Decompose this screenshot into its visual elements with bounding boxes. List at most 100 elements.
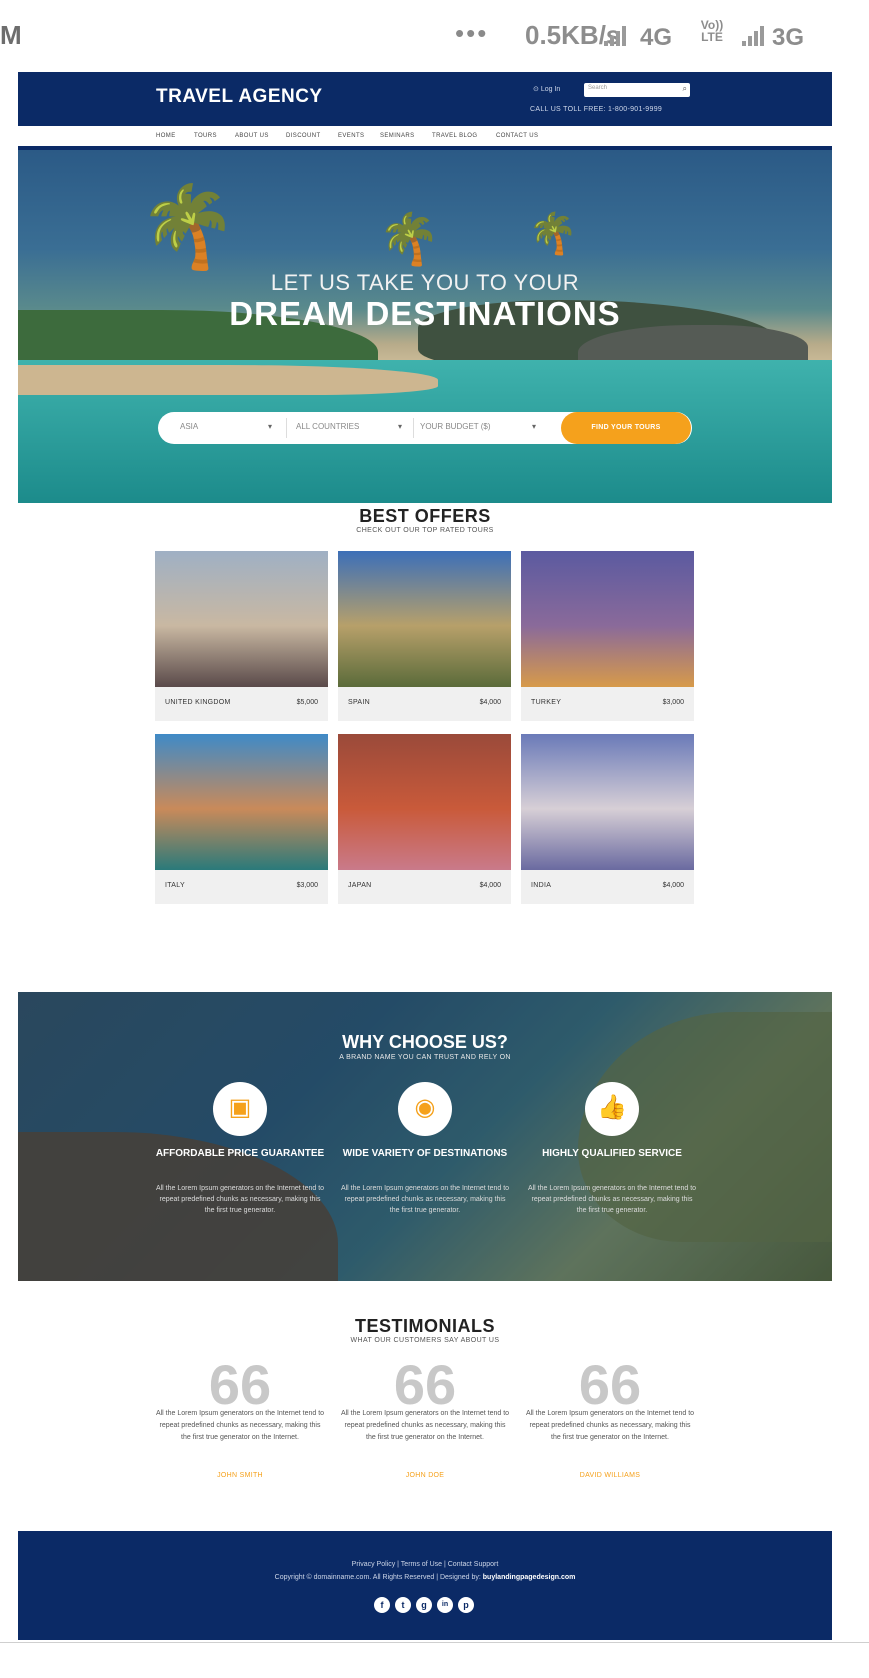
- offer-price: $3,000: [662, 699, 684, 706]
- why-title: WHY CHOOSE US?: [342, 1032, 508, 1052]
- offer-image: [155, 551, 328, 687]
- testimonial-text: All the Lorem Ipsum generators on the In…: [155, 1410, 325, 1441]
- country-select[interactable]: ALL COUNTRIES ▾: [296, 422, 406, 431]
- hero-beach: [18, 365, 438, 395]
- signal-bars-icon: [738, 24, 766, 46]
- feature-description: All the Lorem Ipsum generators on the In…: [340, 1185, 510, 1214]
- offer-image: [338, 551, 511, 687]
- webpage-screenshot: TRAVEL AGENCY ⊙ Log In Search ⌕ CALL US …: [18, 72, 832, 1640]
- offer-image: [338, 734, 511, 870]
- feature-title: WIDE VARIETY OF DESTINATIONS: [342, 1148, 508, 1159]
- palm-tree-icon: 🌴: [378, 211, 441, 267]
- offer-price: $4,000: [479, 699, 501, 706]
- search-icon[interactable]: ⌕: [683, 84, 687, 94]
- login-link[interactable]: ⊙ Log In: [533, 85, 560, 93]
- globe-icon: ◉: [414, 1094, 436, 1121]
- budget-select[interactable]: YOUR BUDGET ($) ▾: [420, 422, 540, 431]
- region-select[interactable]: ASIA ▾: [180, 422, 280, 431]
- offer-price: $4,000: [479, 882, 501, 889]
- offer-image: [521, 734, 694, 870]
- footer-copyright: Copyright © domainname.com. All Rights R…: [274, 1574, 576, 1581]
- volte-icon: Vo)) LTE: [700, 18, 724, 44]
- divider: [413, 418, 414, 438]
- brand-logo[interactable]: TRAVEL AGENCY: [156, 86, 323, 108]
- call-us-text: CALL US TOLL FREE: 1-800-901-9999: [530, 106, 663, 113]
- offer-card-italy[interactable]: ITALY $3,000: [155, 734, 328, 904]
- offers-title: BEST OFFERS: [359, 506, 491, 526]
- thumbs-up-icon: 👍: [597, 1094, 627, 1121]
- main-nav: HOME TOURS ABOUT US DISCOUNT EVENTS SEMI…: [18, 128, 832, 150]
- chevron-down-icon: ▾: [268, 422, 273, 431]
- nav-item-travel-blog[interactable]: TRAVEL BLOG: [432, 133, 477, 139]
- nav-item-home[interactable]: HOME: [156, 133, 176, 139]
- search-input[interactable]: Search ⌕: [584, 83, 690, 97]
- chevron-down-icon: ▾: [532, 422, 537, 431]
- chevron-down-icon: ▾: [398, 422, 403, 431]
- offer-destination: TURKEY: [531, 699, 562, 706]
- testimonials-subtitle: WHAT OUR CUSTOMERS SAY ABOUT US: [350, 1337, 500, 1344]
- offer-destination: UNITED KINGDOM: [165, 699, 231, 706]
- linkedin-icon[interactable]: in: [437, 1597, 453, 1613]
- offer-card-spain[interactable]: SPAIN $4,000: [338, 551, 511, 721]
- search-placeholder: Search: [588, 85, 608, 91]
- palm-tree-icon: 🌴: [528, 212, 578, 256]
- wallet-icon: ▣: [228, 1094, 252, 1121]
- offer-destination: ITALY: [165, 882, 185, 889]
- quote-icon: 66: [393, 1353, 457, 1416]
- status-clock: M: [0, 20, 22, 50]
- footer-links[interactable]: Privacy Policy | Terms of Use | Contact …: [18, 1561, 832, 1568]
- offer-destination: JAPAN: [348, 882, 372, 889]
- nav-item-discount[interactable]: DISCOUNT: [286, 133, 321, 139]
- footer: Privacy Policy | Terms of Use | Contact …: [18, 1531, 832, 1640]
- offer-card-india[interactable]: INDIA $4,000: [521, 734, 694, 904]
- feature-description: All the Lorem Ipsum generators on the In…: [155, 1185, 325, 1214]
- network-4g: 4G: [640, 24, 673, 51]
- divider: [0, 1642, 869, 1643]
- network-3g: 3G: [772, 24, 805, 51]
- status-bar: M ••• 0.5KB/s 4G Vo)) LTE 3G: [0, 0, 869, 62]
- testimonial-author: DAVID WILLIAMS: [579, 1472, 641, 1479]
- top-header: TRAVEL AGENCY ⊙ Log In Search ⌕ CALL US …: [18, 72, 832, 126]
- feature-description: All the Lorem Ipsum generators on the In…: [527, 1185, 697, 1214]
- offer-destination: INDIA: [531, 882, 552, 889]
- offer-card-japan[interactable]: JAPAN $4,000: [338, 734, 511, 904]
- testimonial-text: All the Lorem Ipsum generators on the In…: [525, 1410, 695, 1441]
- offer-destination: SPAIN: [348, 699, 370, 706]
- nav-item-events[interactable]: EVENTS: [338, 133, 364, 139]
- testimonial-author: JOHN SMITH: [217, 1472, 263, 1479]
- testimonial-text: All the Lorem Ipsum generators on the In…: [340, 1410, 510, 1441]
- testimonials-title: TESTIMONIALS: [355, 1316, 495, 1336]
- why-subtitle: A BRAND NAME YOU CAN TRUST AND RELY ON: [339, 1054, 511, 1061]
- twitter-icon[interactable]: t: [395, 1597, 411, 1613]
- hero-banner: 🌴 🌴 🌴 LET US TAKE YOU TO YOUR DREAM DEST…: [18, 150, 832, 503]
- offer-price: $3,000: [296, 882, 318, 889]
- offers-subtitle: CHECK OUT OUR TOP RATED TOURS: [356, 527, 494, 534]
- testimonial-author: JOHN DOE: [405, 1472, 445, 1479]
- offer-price: $4,000: [662, 882, 684, 889]
- quote-icon: 66: [578, 1353, 642, 1416]
- nav-item-contact[interactable]: CONTACT US: [496, 133, 538, 139]
- designer-link[interactable]: buylandingpagedesign.com: [483, 1574, 576, 1581]
- google-plus-icon[interactable]: g: [416, 1597, 432, 1613]
- why-choose-section: WHY CHOOSE US? A BRAND NAME YOU CAN TRUS…: [18, 992, 832, 1281]
- notification-dots: •••: [455, 18, 489, 48]
- feature-title: AFFORDABLE PRICE GUARANTEE: [155, 1148, 325, 1159]
- offer-image: [155, 734, 328, 870]
- offer-card-turkey[interactable]: TURKEY $3,000: [521, 551, 694, 721]
- hero-tagline: LET US TAKE YOU TO YOUR: [270, 270, 580, 295]
- quote-icon: 66: [208, 1353, 272, 1416]
- divider: [286, 418, 287, 438]
- signal-bars-icon: [600, 24, 628, 46]
- find-tours-button[interactable]: FIND YOUR TOURS: [561, 412, 691, 444]
- nav-item-tours[interactable]: TOURS: [194, 133, 217, 139]
- feature-title: HIGHLY QUALIFIED SERVICE: [542, 1148, 682, 1159]
- palm-tree-icon: 🌴: [138, 182, 238, 271]
- nav-item-about[interactable]: ABOUT US: [235, 133, 269, 139]
- facebook-icon[interactable]: f: [374, 1597, 390, 1613]
- nav-item-seminars[interactable]: SEMINARS: [380, 133, 415, 139]
- pinterest-icon[interactable]: p: [458, 1597, 474, 1613]
- hero-headline: DREAM DESTINATIONS: [229, 295, 621, 332]
- offer-card-uk[interactable]: UNITED KINGDOM $5,000: [155, 551, 328, 721]
- offer-image: [521, 551, 694, 687]
- offer-price: $5,000: [296, 699, 318, 706]
